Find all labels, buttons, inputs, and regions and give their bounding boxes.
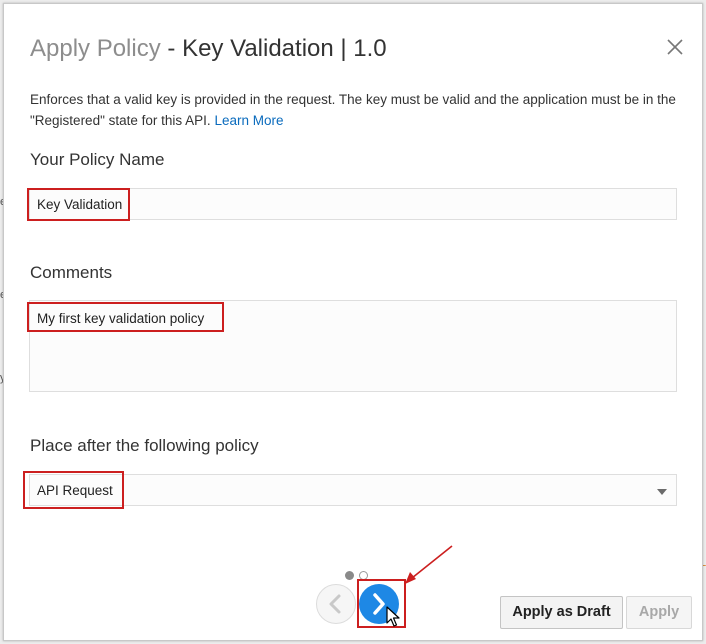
description-text: Enforces that a valid key is provided in…: [30, 92, 676, 128]
place-after-label: Place after the following policy: [30, 436, 259, 455]
policy-description: Enforces that a valid key is provided in…: [30, 89, 680, 131]
highlight-box: [27, 302, 224, 332]
close-icon[interactable]: [666, 38, 684, 56]
dialog-title: Apply Policy - Key Validation | 1.0: [30, 34, 387, 64]
previous-button[interactable]: [316, 584, 356, 624]
mouse-pointer-icon: [386, 606, 400, 627]
learn-more-link[interactable]: Learn More: [214, 113, 283, 128]
chevron-left-icon: [329, 594, 341, 614]
apply-as-draft-button[interactable]: Apply as Draft: [500, 596, 623, 629]
highlight-box: [23, 471, 124, 509]
apply-button[interactable]: Apply: [626, 596, 692, 629]
comments-label: Comments: [30, 263, 113, 282]
title-prefix: Apply Policy: [30, 35, 161, 62]
apply-policy-dialog: Apply Policy - Key Validation | 1.0 Enfo…: [3, 3, 703, 641]
title-policy-name: - Key Validation | 1.0: [160, 35, 387, 62]
policy-name-label: Your Policy Name: [30, 150, 165, 169]
annotation-arrow-icon: [405, 545, 453, 584]
caret-down-icon[interactable]: [657, 489, 667, 495]
highlight-box: [27, 188, 130, 221]
place-after-select[interactable]: API Request: [29, 474, 677, 506]
page-dot-active[interactable]: [345, 571, 354, 580]
